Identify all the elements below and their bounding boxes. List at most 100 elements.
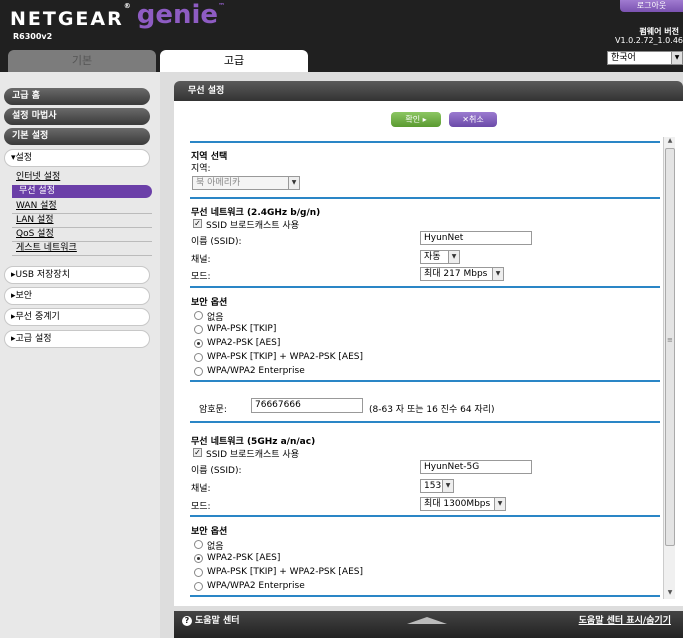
sidebar-item-setup-wizard[interactable]: 설정 마법사 [4,108,150,125]
security-option-label: 없음 [207,313,224,323]
mode-24ghz-value: 최대 217 Mbps [424,269,488,279]
security-option-label: WPA2-PSK [AES] [207,338,281,348]
product-name: genie [136,0,219,30]
security-5ghz-enterprise-radio[interactable] [194,582,203,591]
security-option-label: WPA-PSK [TKIP] + WPA2-PSK [AES] [207,567,363,577]
security-option-label: 없음 [207,542,224,552]
passphrase-input[interactable]: 76667666 [251,398,363,413]
ssid-broadcast-24ghz-checkbox[interactable]: ✓ [193,219,202,228]
sidebar-item-qos-setup[interactable]: QoS 설정 [16,229,54,240]
channel-24ghz-select[interactable]: 자동 ▼ [420,250,460,264]
chevron-down-icon: ▼ [442,480,453,492]
ssid-broadcast-24ghz-label: SSID 브로드캐스트 사용 [206,221,299,231]
tab-advanced[interactable]: 고급 [160,50,308,72]
security-5ghz-heading: 보안 옵션 [191,527,228,537]
wireless-settings-panel: 확인 ▸ ✕취소 ▲ ≡ ▼ 지역 선택 지역: 북 아메리카 ▼ 무선 네트워… [174,101,683,606]
footer: ? 도움말 센터 도움말 센터 표시/숨기기 [160,606,683,638]
chevron-down-icon: ▼ [494,498,505,510]
mode-24ghz-label: 모드: [191,272,211,282]
main-content: 무선 설정 확인 ▸ ✕취소 ▲ ≡ ▼ 지역 선택 지역: 북 아메리카 ▼ … [160,72,683,638]
section-divider [190,286,660,288]
security-option-label: WPA2-PSK [AES] [207,553,281,563]
chevron-down-icon: ▼ [448,251,459,263]
security-5ghz-none-radio[interactable] [194,540,203,549]
region-value: 북 아메리카 [196,178,241,188]
ssid-24ghz-value: HyunNet [424,233,464,243]
section-divider [190,380,660,382]
firmware-version: V1.0.2.72_1.0.46 [615,36,683,45]
ssid-24ghz-input[interactable]: HyunNet [420,231,532,245]
sidebar-divider [12,255,152,256]
cancel-button[interactable]: ✕취소 [449,112,497,127]
sidebar-item-advanced-home[interactable]: 고급 홈 [4,88,150,105]
header: NETGEAR® genie™ R6300v2 로그아웃 펌웨어 버전 V1.0.… [0,0,683,72]
grip-icon: ≡ [667,336,673,344]
sidebar-divider [12,213,152,214]
mode-5ghz-select[interactable]: 최대 1300Mbps ▼ [420,497,506,511]
section-divider [190,141,660,143]
sidebar-section-setup[interactable]: ▾설정 [4,149,150,167]
sidebar-section-security[interactable]: ▸보안 [4,287,150,305]
security-option-label: WPA-PSK [TKIP] [207,324,277,334]
security-option-label: WPA-PSK [TKIP] + WPA2-PSK [AES] [207,352,363,362]
sidebar-item-internet-setup[interactable]: 인터넷 설정 [16,172,60,183]
chevron-down-icon: ▼ [671,52,682,64]
ssid-broadcast-5ghz-label: SSID 브로드캐스트 사용 [206,450,299,460]
mode-24ghz-select[interactable]: 최대 217 Mbps ▼ [420,267,504,281]
sidebar-item-wireless-setup[interactable]: 무선 설정 [12,185,152,198]
mode-5ghz-value: 최대 1300Mbps [424,499,491,509]
tab-basic[interactable]: 기본 [8,50,156,72]
section-divider [190,197,660,199]
passphrase-value: 76667666 [255,400,301,410]
security-24ghz-mixed-radio[interactable] [194,353,203,362]
security-24ghz-wpa2-aes-radio[interactable] [194,339,203,348]
security-24ghz-enterprise-radio[interactable] [194,367,203,376]
channel-5ghz-select[interactable]: 153 ▼ [420,479,454,493]
help-center-label: 도움말 센터 [195,616,240,626]
security-5ghz-mixed-radio[interactable] [194,568,203,577]
expand-help-icon[interactable] [407,617,447,624]
wireless-5ghz-heading: 무선 네트워크 (5GHz a/n/ac) [191,437,316,447]
netgear-genie-logo: NETGEAR® genie™ [10,0,226,32]
scrollbar-thumb[interactable]: ≡ [665,148,675,546]
security-5ghz-wpa2-aes-radio[interactable] [194,554,203,563]
sidebar-section-usb-storage[interactable]: ▸USB 저장장치 [4,266,150,284]
ssid-broadcast-5ghz-checkbox[interactable]: ✓ [193,448,202,457]
sidebar-item-guest-network[interactable]: 게스트 네트워크 [16,243,77,254]
help-icon: ? [182,616,192,626]
scroll-up-icon[interactable]: ▲ [665,137,675,147]
brand-name: NETGEAR [10,8,124,30]
mode-5ghz-label: 모드: [191,502,211,512]
sidebar-section-wireless-repeater[interactable]: ▸무선 중계기 [4,308,150,326]
sidebar-section-advanced-setup[interactable]: ▸고급 설정 [4,330,150,348]
scroll-down-icon[interactable]: ▼ [665,589,675,599]
sidebar-item-wan-setup[interactable]: WAN 설정 [16,201,57,212]
channel-5ghz-value: 153 [424,481,442,491]
chevron-down-icon: ▼ [288,177,299,189]
channel-24ghz-label: 채널: [191,255,211,265]
security-option-label: WPA/WPA2 Enterprise [207,581,305,591]
help-toggle-link[interactable]: 도움말 센터 표시/숨기기 [579,613,671,626]
security-option-label: WPA/WPA2 Enterprise [207,366,305,376]
security-24ghz-wpa-tkip-radio[interactable] [194,325,203,334]
sidebar-item-basic-setup[interactable]: 기본 설정 [4,128,150,145]
apply-button[interactable]: 확인 ▸ [391,112,441,127]
security-24ghz-none-radio[interactable] [194,311,203,320]
passphrase-hint: (8-63 자 또는 16 진수 64 자리) [369,405,495,415]
channel-24ghz-value: 자동 [424,252,441,262]
language-value: 한국어 [611,53,636,63]
channel-5ghz-label: 채널: [191,484,211,494]
brand-registered-mark: ® [123,2,131,10]
logout-button[interactable]: 로그아웃 [620,0,683,12]
wireless-24ghz-heading: 무선 네트워크 (2.4GHz b/g/n) [191,208,321,218]
security-24ghz-heading: 보안 옵션 [191,298,228,308]
ssid-5ghz-input[interactable]: HyunNet-5G [420,460,532,474]
help-center-link[interactable]: ? 도움말 센터 [182,613,240,626]
sidebar-item-lan-setup[interactable]: LAN 설정 [16,215,54,226]
language-select[interactable]: 한국어 ▼ [607,51,683,65]
scrollbar[interactable]: ▲ ≡ ▼ [663,137,675,599]
product-trademark: ™ [218,2,226,10]
router-model: R6300v2 [13,32,53,41]
region-select: 북 아메리카 ▼ [192,176,300,190]
region-label: 지역: [191,164,211,174]
